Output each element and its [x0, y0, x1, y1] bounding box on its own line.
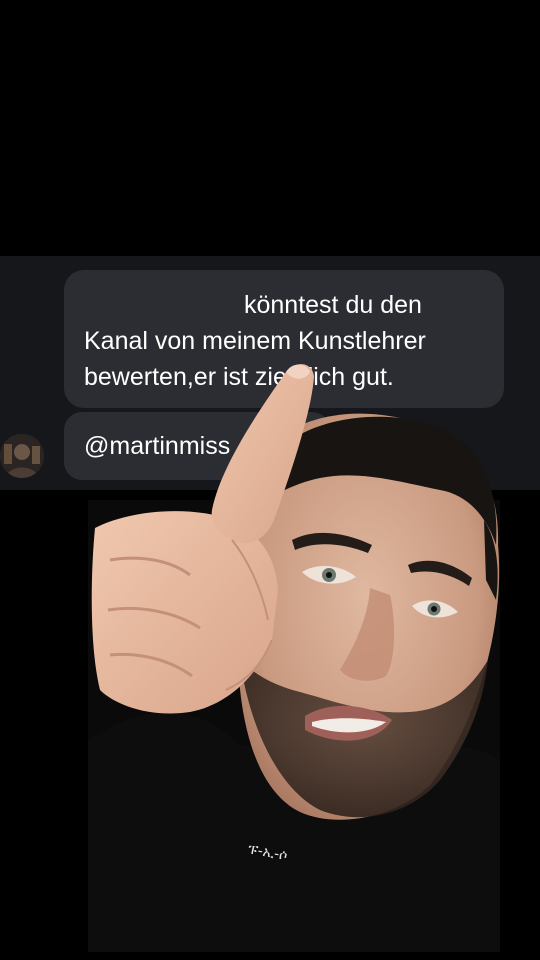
avatar-icon [0, 434, 44, 478]
person-eyes [302, 565, 458, 618]
mention-text: @martinmiss [84, 432, 231, 460]
person-torso [88, 712, 500, 952]
comment-bubble: könntest du den Kanal von meinem Kunstle… [64, 270, 504, 408]
comment-text-line-2: Kanal von meinem Kunstlehrer [84, 327, 426, 355]
screen: könntest du den Kanal von meinem Kunstle… [0, 0, 540, 960]
comment-text-line-1: könntest du den [244, 291, 422, 319]
person-eyebrows [292, 532, 472, 586]
person-mouth [305, 705, 392, 741]
avatar[interactable] [0, 434, 44, 478]
mention-bubble: @martinmiss [64, 412, 330, 480]
shirt-logo: ፑ-ኢ-ሶ [247, 841, 289, 864]
person-beard [240, 660, 488, 818]
video-frame [88, 500, 500, 952]
comment-text-line-3: bewerten,er ist ziemlich gut. [84, 363, 394, 391]
shirt-logo-text: ፑ-ኢ-ሶ [247, 841, 289, 864]
person-neck [260, 700, 392, 793]
person-nose [340, 588, 395, 681]
